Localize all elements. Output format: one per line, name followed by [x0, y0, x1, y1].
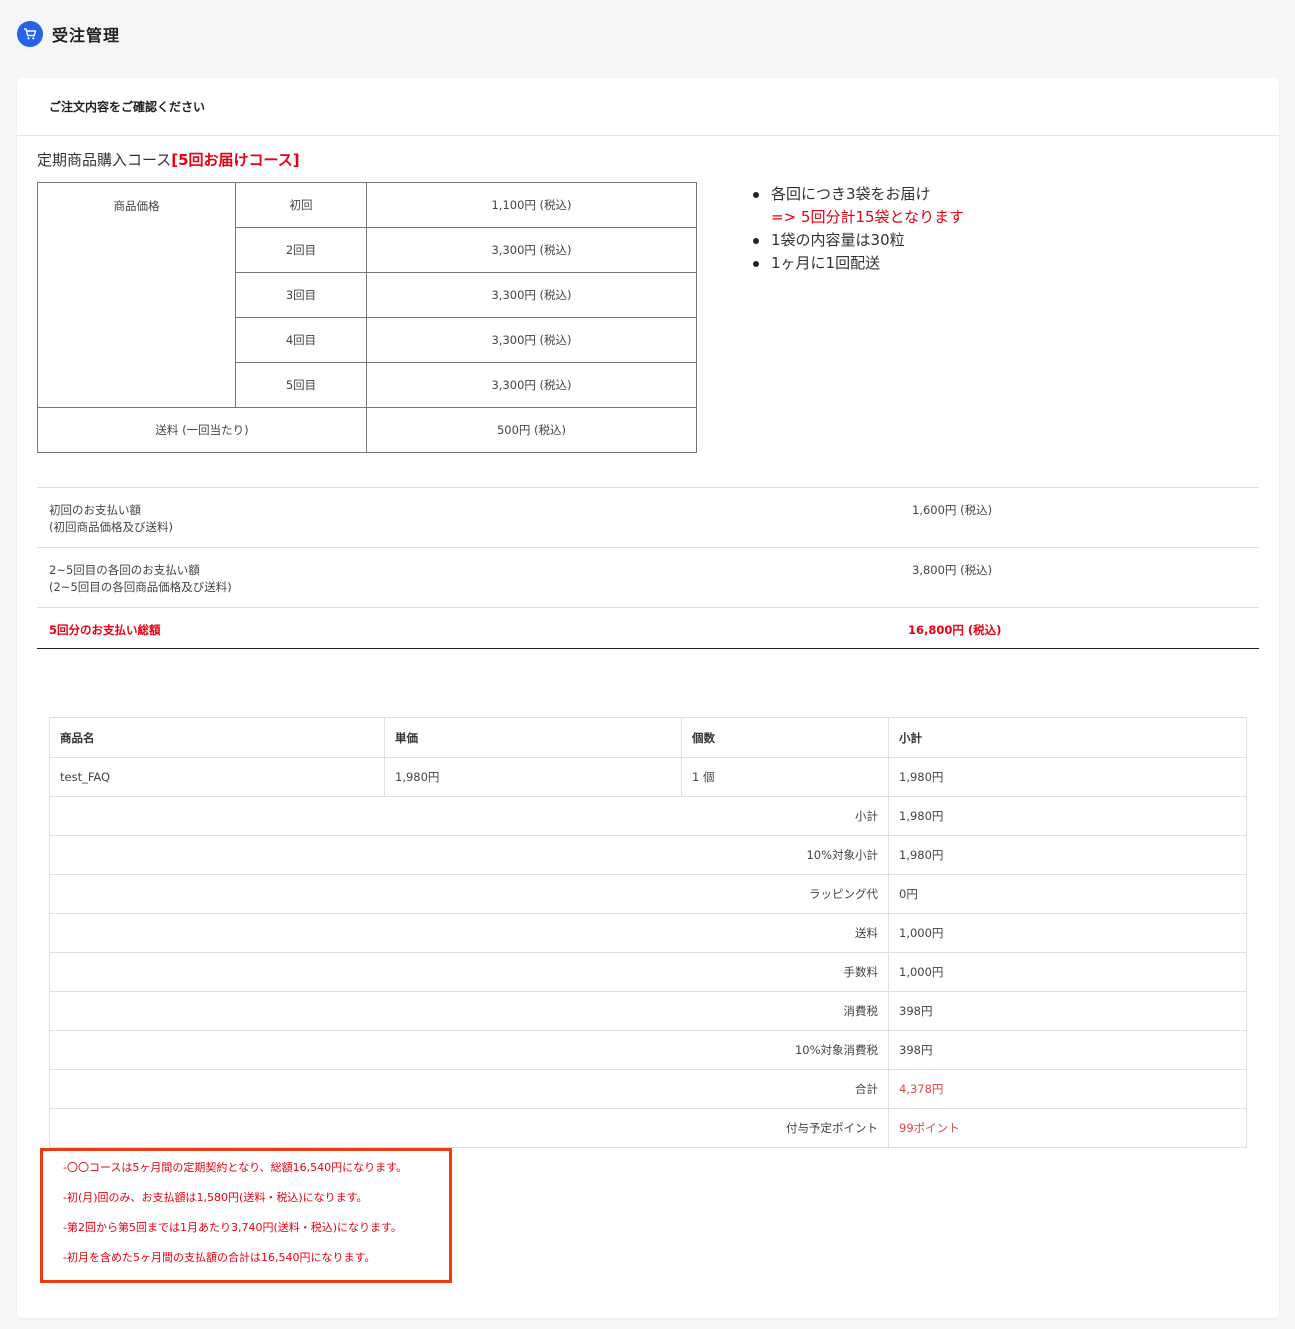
totals-row: 10%対象小計 1,980円	[49, 835, 1247, 875]
item-quantity: 1 個	[681, 757, 889, 797]
totals-row: 小計 1,980円	[49, 796, 1247, 836]
price-value: 3,300円 (税込)	[366, 227, 697, 273]
note-subtext: => 5回分計15袋となります	[771, 208, 965, 226]
col-header-subtotal: 小計	[888, 717, 1247, 758]
totals-value: 398円	[888, 1030, 1247, 1070]
table-row: test_FAQ 1,980円 1 個 1,980円	[49, 757, 1247, 797]
notice-line: -初月を含めた5ヶ月間の支払額の合計は16,540円になります。	[63, 1251, 376, 1264]
price-round: 2回目	[235, 227, 367, 273]
price-round: 5回目	[235, 362, 367, 408]
product-price-label: 商品価格	[37, 182, 236, 408]
summary-row-each: 2~5回目の各回のお支払い額 (2~5回目の各回商品価格及び送料) 3,800円…	[37, 547, 1259, 607]
totals-row: 手数料 1,000円	[49, 952, 1247, 992]
summary-label-note: (2~5回目の各回商品価格及び送料)	[49, 580, 232, 594]
points-value: 99ポイント	[888, 1108, 1247, 1148]
shipping-value: 500円 (税込)	[366, 407, 697, 453]
price-value: 3,300円 (税込)	[366, 317, 697, 363]
payment-summary: 初回のお支払い額 (初回商品価格及び送料) 1,600円 (税込) 2~5回目の…	[37, 487, 1259, 649]
card-header: ご注文内容をご確認ください	[17, 78, 1279, 136]
note-item: 各回につき3袋をお届け => 5回分計15袋となります	[752, 183, 965, 229]
totals-label: 10%対象小計	[49, 835, 889, 875]
totals-label: ラッピング代	[49, 874, 889, 914]
summary-value: 1,600円 (税込)	[912, 503, 993, 517]
shipping-label: 送料 (一回当たり)	[37, 407, 367, 453]
col-header-unit-price: 単価	[384, 717, 682, 758]
totals-value: 0円	[888, 874, 1247, 914]
totals-label: 手数料	[49, 952, 889, 992]
totals-value: 398円	[888, 991, 1247, 1031]
price-value: 3,300円 (税込)	[366, 362, 697, 408]
summary-label-line: 初回のお支払い額	[49, 503, 141, 517]
note-text: 各回につき3袋をお届け	[771, 185, 931, 203]
summary-total-label: 5回分のお支払い総額	[49, 623, 161, 637]
item-unit-price: 1,980円	[384, 757, 682, 797]
totals-row: 送料 1,000円	[49, 913, 1247, 953]
summary-row-first: 初回のお支払い額 (初回商品価格及び送料) 1,600円 (税込)	[37, 487, 1259, 547]
price-value: 1,100円 (税込)	[366, 182, 697, 228]
page-title: 受注管理	[52, 26, 121, 45]
col-header-quantity: 個数	[681, 717, 889, 758]
totals-label: 付与予定ポイント	[49, 1108, 889, 1148]
totals-label: 10%対象消費税	[49, 1030, 889, 1070]
item-subtotal: 1,980円	[888, 757, 1247, 797]
notice-line: -第2回から第5回までは1月あたり3,740円(送料・税込)になります。	[63, 1221, 402, 1234]
course-title-highlight: [5回お届けコース]	[171, 151, 300, 169]
price-round: 3回目	[235, 272, 367, 318]
totals-value: 1,000円	[888, 913, 1247, 953]
price-table: 商品価格 初回 1,100円 (税込) 2回目 3,300円 (税込) 3回目 …	[37, 182, 697, 453]
price-row: 商品価格 初回 1,100円 (税込)	[37, 182, 697, 408]
price-round: 4回目	[235, 317, 367, 363]
note-item: 1ヶ月に1回配送	[752, 252, 964, 275]
col-header-name: 商品名	[49, 717, 385, 758]
summary-label-line: 2~5回目の各回のお支払い額	[49, 563, 200, 577]
totals-label: 消費税	[49, 991, 889, 1031]
totals-value: 1,980円	[888, 835, 1247, 875]
summary-label-note: (初回商品価格及び送料)	[49, 520, 173, 534]
totals-row: 消費税 398円	[49, 991, 1247, 1031]
page-header: 受注管理	[17, 21, 120, 47]
totals-label: 小計	[49, 796, 889, 836]
cart-icon	[17, 21, 43, 47]
totals-label: 合計	[49, 1069, 889, 1109]
course-notes-list: 各回につき3袋をお届け => 5回分計15袋となります 1袋の内容量は30粒 1…	[752, 183, 965, 275]
item-name: test_FAQ	[49, 757, 385, 797]
note-item: 1袋の内容量は30粒	[752, 229, 964, 252]
summary-label: 2~5回目の各回のお支払い額 (2~5回目の各回商品価格及び送料)	[49, 562, 232, 596]
totals-value: 1,980円	[888, 796, 1247, 836]
totals-label: 送料	[49, 913, 889, 953]
order-header-row: 商品名 単価 個数 小計	[49, 717, 1247, 758]
totals-value: 1,000円	[888, 952, 1247, 992]
card-heading: ご注文内容をご確認ください	[49, 100, 206, 114]
summary-value: 3,800円 (税込)	[912, 563, 993, 577]
price-value: 3,300円 (税込)	[366, 272, 697, 318]
grand-total-value: 4,378円	[888, 1069, 1247, 1109]
summary-row-total: 5回分のお支払い総額 16,800円 (税込)	[37, 607, 1259, 649]
notice-line: -〇〇コースは5ヶ月間の定期契約となり、総額16,540円になります。	[63, 1161, 408, 1174]
course-title-text: 定期商品購入コース	[37, 151, 172, 169]
summary-label: 初回のお支払い額 (初回商品価格及び送料)	[49, 502, 173, 536]
totals-row: 合計 4,378円	[49, 1069, 1247, 1109]
totals-row: ラッピング代 0円	[49, 874, 1247, 914]
summary-total-value: 16,800円 (税込)	[908, 623, 1002, 637]
contract-notice-box: -〇〇コースは5ヶ月間の定期契約となり、総額16,540円になります。 -初(月…	[40, 1148, 452, 1283]
course-title: 定期商品購入コース[5回お届けコース]	[37, 149, 300, 170]
shipping-row: 送料 (一回当たり) 500円 (税込)	[37, 407, 697, 453]
price-round: 初回	[235, 182, 367, 228]
order-table: 商品名 単価 個数 小計 test_FAQ 1,980円 1 個 1,980円 …	[49, 717, 1247, 1148]
totals-row: 10%対象消費税 398円	[49, 1030, 1247, 1070]
totals-row: 付与予定ポイント 99ポイント	[49, 1108, 1247, 1148]
notice-line: -初(月)回のみ、お支払額は1,580円(送料・税込)になります。	[63, 1191, 368, 1204]
order-confirm-card: ご注文内容をご確認ください 定期商品購入コース[5回お届けコース] 商品価格 初…	[17, 78, 1279, 1318]
